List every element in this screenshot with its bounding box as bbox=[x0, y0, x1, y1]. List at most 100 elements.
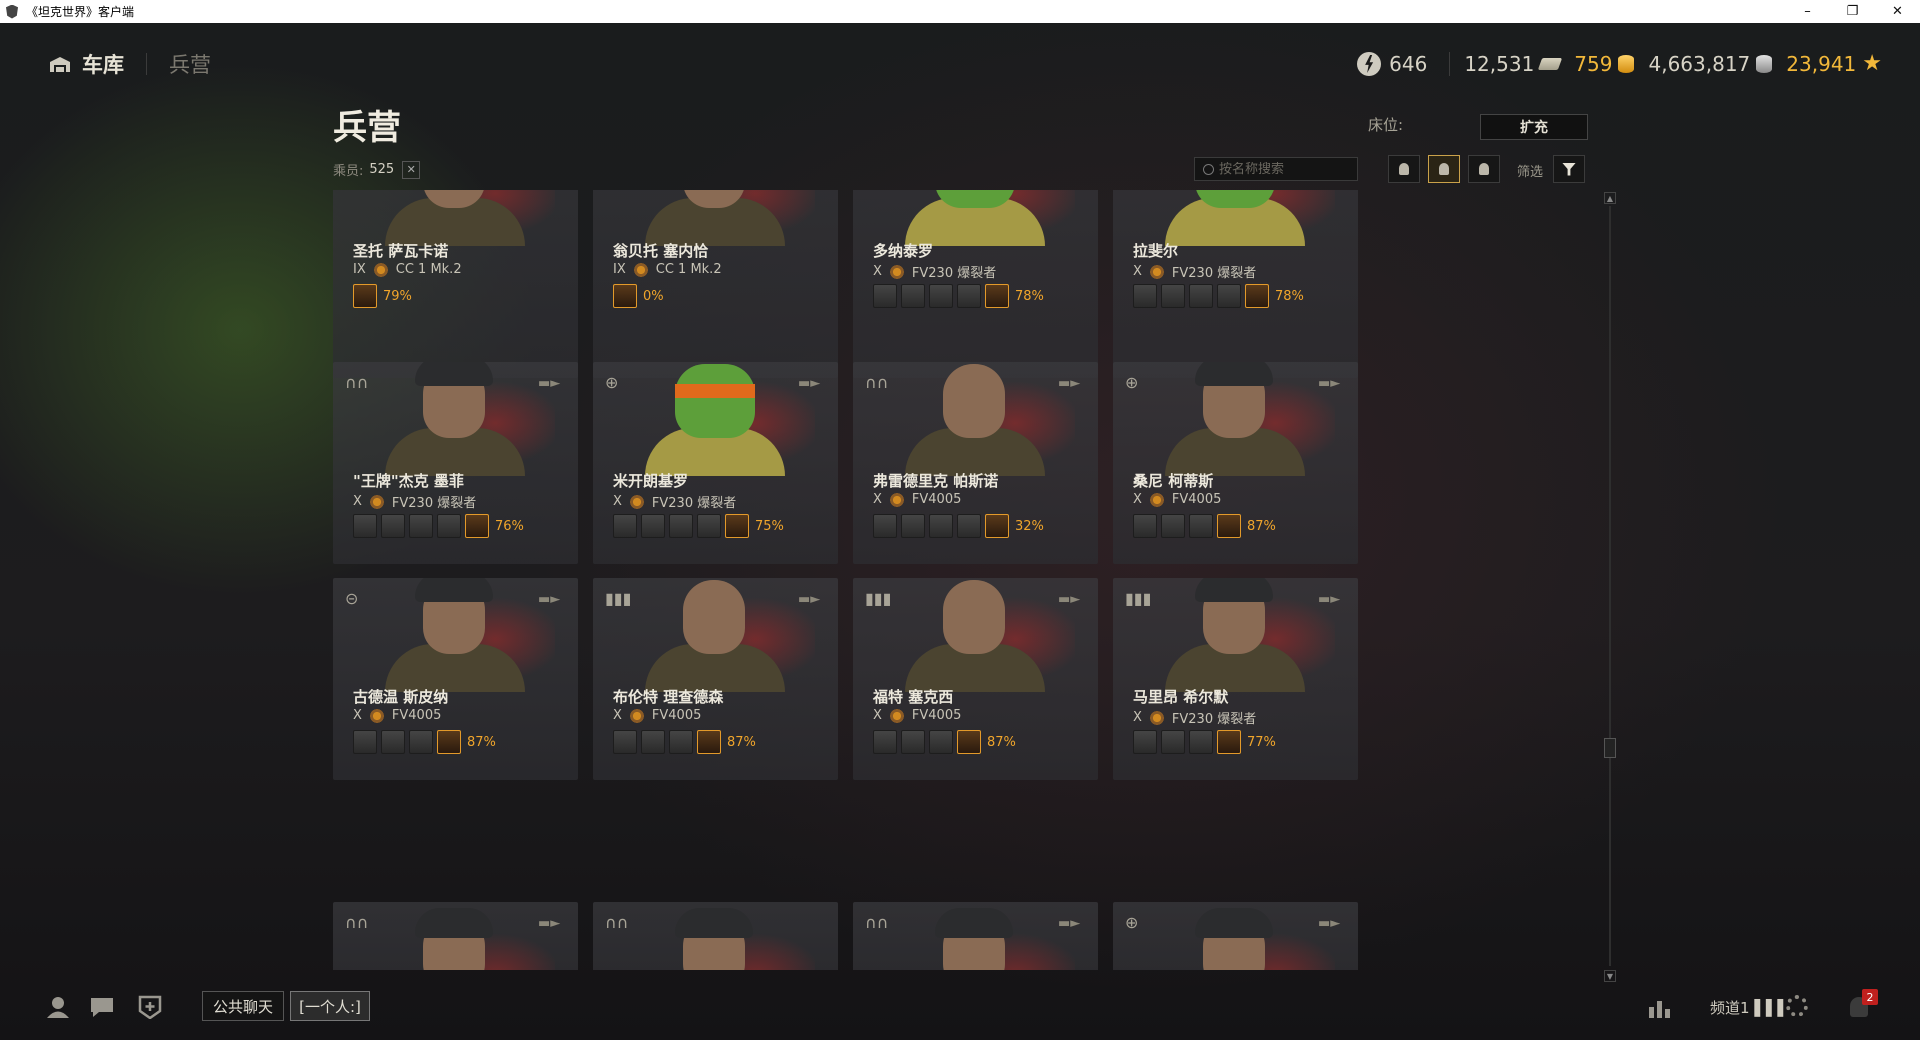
crew-card[interactable]: ∩∩ ▬► "王牌"杰克 墨菲 X FV230 爆裂者 76% bbox=[333, 362, 578, 564]
close-window-button[interactable]: ✕ bbox=[1875, 0, 1920, 23]
skill-icon[interactable] bbox=[957, 514, 981, 538]
skill-icon[interactable] bbox=[1161, 514, 1185, 538]
skill-icon[interactable] bbox=[381, 730, 405, 754]
crew-card[interactable]: ∩∩ ▬► 弗雷德里克 帕斯诺 X FV4005 32% bbox=[853, 362, 1098, 564]
skill-icon[interactable] bbox=[929, 284, 953, 308]
crew-card[interactable]: 翁贝托 塞内恰 IX CC 1 Mk.2 0% bbox=[593, 190, 838, 378]
crew-card[interactable]: 多纳泰罗 X FV230 爆裂者 78% bbox=[853, 190, 1098, 378]
skill-icon[interactable] bbox=[697, 514, 721, 538]
skill-icon[interactable] bbox=[669, 514, 693, 538]
skill-icon[interactable] bbox=[353, 730, 377, 754]
scroll-thumb[interactable] bbox=[1604, 738, 1616, 758]
crew-card[interactable]: ⊕ ▬► 米开朗基罗 X FV230 爆裂者 75% bbox=[593, 362, 838, 564]
crew-card[interactable]: ∩∩ bbox=[593, 902, 838, 970]
minimize-button[interactable]: – bbox=[1785, 0, 1830, 23]
filter-dismissed-button[interactable] bbox=[1468, 155, 1500, 183]
skill-icon[interactable] bbox=[873, 284, 897, 308]
restore-button[interactable]: ❐ bbox=[1830, 0, 1875, 23]
skill-icon[interactable] bbox=[1161, 284, 1185, 308]
credits-icon bbox=[1756, 55, 1773, 73]
nav-barracks-link[interactable]: 兵营 bbox=[169, 49, 211, 79]
skill-progress: 87% bbox=[727, 734, 756, 750]
scroll-track[interactable] bbox=[1609, 206, 1611, 966]
skill-icon[interactable] bbox=[1133, 730, 1157, 754]
public-chat-button[interactable]: 公共聊天 bbox=[202, 991, 284, 1021]
skill-icon[interactable] bbox=[353, 514, 377, 538]
skill-icon[interactable] bbox=[409, 730, 433, 754]
skill-training-icon[interactable] bbox=[1217, 514, 1241, 538]
skill-icon[interactable] bbox=[901, 514, 925, 538]
crew-card[interactable]: ⊝ ▬► 古德温 斯皮纳 X FV4005 87% bbox=[333, 578, 578, 780]
skill-icon[interactable] bbox=[409, 514, 433, 538]
tank-icon: ▬► bbox=[1318, 592, 1341, 607]
skill-icon[interactable] bbox=[1133, 514, 1157, 538]
skill-icon[interactable] bbox=[929, 730, 953, 754]
skill-icon[interactable] bbox=[929, 514, 953, 538]
vehicle-name: FV4005 bbox=[1171, 492, 1222, 507]
crew-card[interactable]: 拉斐尔 X FV230 爆裂者 78% bbox=[1113, 190, 1358, 378]
skill-icon[interactable] bbox=[641, 514, 665, 538]
experience[interactable]: 23,941 ★ bbox=[1786, 52, 1882, 76]
crew-card[interactable]: ▮▮▮ ▬► 马里昂 希尔默 X FV230 爆裂者 77% bbox=[1113, 578, 1358, 780]
skill-training-icon[interactable] bbox=[957, 730, 981, 754]
free-xp[interactable]: 646 bbox=[1357, 52, 1433, 76]
expand-berths-button[interactable]: 扩充 bbox=[1480, 114, 1588, 140]
scroll-up-arrow-icon[interactable]: ▲ bbox=[1604, 192, 1616, 204]
skill-training-icon[interactable] bbox=[353, 284, 377, 308]
crew-card[interactable]: ∩∩▬► bbox=[853, 902, 1098, 970]
contacts-icon[interactable] bbox=[44, 995, 72, 1019]
skill-icon[interactable] bbox=[1217, 284, 1241, 308]
skill-training-icon[interactable] bbox=[465, 514, 489, 538]
skill-icon[interactable] bbox=[957, 284, 981, 308]
filter-button[interactable] bbox=[1553, 155, 1585, 183]
crew-card[interactable]: ▮▮▮ ▬► 布伦特 理查德森 X FV4005 87% bbox=[593, 578, 838, 780]
skill-icon[interactable] bbox=[381, 514, 405, 538]
skill-icon[interactable] bbox=[1189, 730, 1213, 754]
skill-training-icon[interactable] bbox=[985, 514, 1009, 538]
search-box[interactable] bbox=[1194, 157, 1358, 181]
skill-icon[interactable] bbox=[901, 284, 925, 308]
skill-training-icon[interactable] bbox=[725, 514, 749, 538]
crew-card[interactable]: ⊕ ▬► 桑尼 柯蒂斯 X FV4005 87% bbox=[1113, 362, 1358, 564]
skill-training-icon[interactable] bbox=[1217, 730, 1241, 754]
skill-icon[interactable] bbox=[873, 514, 897, 538]
credits[interactable]: 4,663,817 bbox=[1648, 52, 1773, 76]
gold[interactable]: 759 bbox=[1574, 52, 1635, 76]
clan-icon[interactable] bbox=[136, 995, 164, 1019]
clear-filter-icon[interactable]: ✕ bbox=[402, 160, 421, 179]
stats-icon[interactable] bbox=[1646, 995, 1674, 1019]
skill-icon[interactable] bbox=[873, 730, 897, 754]
skill-training-icon[interactable] bbox=[613, 284, 637, 308]
skill-progress: 87% bbox=[987, 734, 1016, 750]
filter-all-crew-button[interactable] bbox=[1428, 155, 1460, 183]
skill-training-icon[interactable] bbox=[697, 730, 721, 754]
filter-in-tank-button[interactable] bbox=[1388, 155, 1420, 183]
skill-training-icon[interactable] bbox=[1245, 284, 1269, 308]
crew-card[interactable]: ▮▮▮ ▬► 福特 塞克西 X FV4005 87% bbox=[853, 578, 1098, 780]
skill-icon[interactable] bbox=[613, 730, 637, 754]
personal-chat-button[interactable]: [一个人:] bbox=[290, 991, 370, 1021]
search-input[interactable] bbox=[1219, 161, 1349, 177]
skill-icon[interactable] bbox=[901, 730, 925, 754]
crew-card[interactable]: 圣托 萨瓦卡诺 IX CC 1 Mk.2 79% bbox=[333, 190, 578, 378]
skill-training-icon[interactable] bbox=[437, 730, 461, 754]
rank-emblem-icon bbox=[1147, 710, 1166, 725]
skill-icon[interactable] bbox=[1161, 730, 1185, 754]
skill-icon[interactable] bbox=[613, 514, 637, 538]
skill-icon[interactable] bbox=[669, 730, 693, 754]
nav-garage-link[interactable]: 车库 bbox=[82, 49, 124, 79]
skill-icon[interactable] bbox=[641, 730, 665, 754]
messages-icon[interactable] bbox=[88, 995, 116, 1019]
skill-icon[interactable] bbox=[1189, 284, 1213, 308]
crew-scrollbar[interactable]: ▲ ▼ bbox=[1604, 192, 1616, 982]
skill-icon[interactable] bbox=[437, 514, 461, 538]
skill-icon[interactable] bbox=[1189, 514, 1213, 538]
crew-card[interactable]: ⊕▬► bbox=[1113, 902, 1358, 970]
scroll-down-arrow-icon[interactable]: ▼ bbox=[1604, 970, 1616, 982]
crew-card[interactable]: ∩∩▬► bbox=[333, 902, 578, 970]
channel-selector[interactable]: 频道1 ▌▌▌ bbox=[1710, 997, 1789, 1018]
skill-training-icon[interactable] bbox=[985, 284, 1009, 308]
bonds[interactable]: 12,531 bbox=[1464, 52, 1563, 76]
settings-gear-icon[interactable] bbox=[1786, 995, 1808, 1017]
skill-icon[interactable] bbox=[1133, 284, 1157, 308]
